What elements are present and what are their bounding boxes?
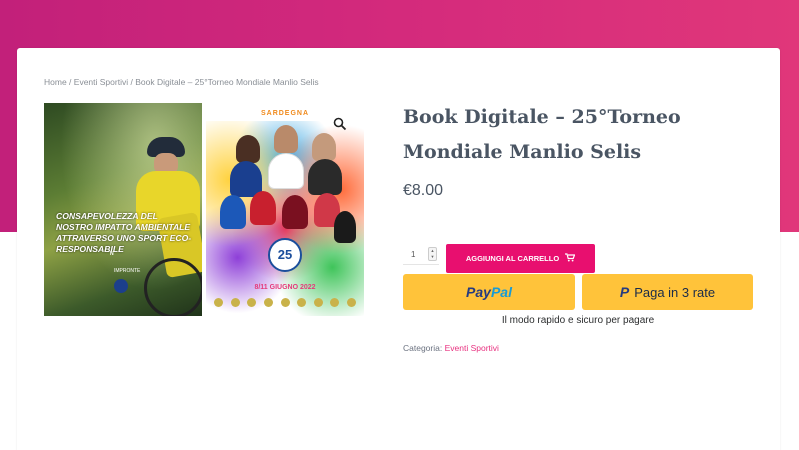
image-caption: Consapevolezza del nostro impatto ambien… xyxy=(56,211,192,254)
player-jersey xyxy=(220,195,246,229)
product-title: Book Digitale – 25°Torneo Mondiale Manli… xyxy=(403,106,681,163)
sponsor-logos xyxy=(214,298,356,310)
breadcrumb-current: Book Digitale – 25°Torneo Mondiale Manli… xyxy=(135,77,319,87)
quantity-stepper[interactable]: 1 ▲ ▼ xyxy=(403,245,439,265)
product-category: Categoria: Eventi Sportivi xyxy=(403,343,499,353)
product-image-tournament: SARDEGNA 25 8/11 GIUGNO 2022 xyxy=(206,103,364,316)
players-group xyxy=(216,125,356,245)
player-jersey xyxy=(308,159,342,195)
breadcrumb-home-link[interactable]: Home xyxy=(44,77,67,87)
player-figure xyxy=(236,135,260,163)
player-jersey xyxy=(268,153,304,189)
sponsor-logo-icon xyxy=(230,298,240,307)
sponsor-logo-icon xyxy=(330,298,340,307)
add-to-cart-label: Aggiungi al carrello xyxy=(465,254,560,263)
sponsor-logo-icon xyxy=(263,298,273,307)
category-link[interactable]: Eventi Sportivi xyxy=(445,343,499,353)
bike-wheel xyxy=(144,258,202,316)
pay-in-3-label: Paga in 3 rate xyxy=(634,284,716,300)
poster-header: SARDEGNA xyxy=(260,110,310,117)
player-jersey xyxy=(282,195,308,229)
brand-logo-icon xyxy=(114,279,128,293)
sponsor-logo-icon xyxy=(247,298,257,307)
breadcrumb: Home / Eventi Sportivi / Book Digitale –… xyxy=(44,77,319,87)
category-label: Categoria: xyxy=(403,343,445,353)
sponsor-logo-icon xyxy=(214,298,223,307)
paypal-logo-part2: Pal xyxy=(490,284,512,300)
sponsor-logo-icon xyxy=(297,298,307,307)
paypal-mark-icon: P xyxy=(619,284,630,300)
player-jersey xyxy=(334,211,356,243)
product-image-cyclist: Consapevolezza del nostro impatto ambien… xyxy=(44,103,202,316)
player-figure xyxy=(274,125,298,153)
player-jersey xyxy=(250,191,276,225)
image-small-text: N xyxy=(110,251,114,257)
sponsor-logo-icon xyxy=(280,298,290,307)
player-figure xyxy=(312,133,336,161)
breadcrumb-separator: / xyxy=(66,77,74,87)
search-icon[interactable] xyxy=(332,117,348,133)
pay-in-3-button[interactable]: P Paga in 3 rate xyxy=(582,274,753,310)
cart-icon xyxy=(565,253,576,264)
breadcrumb-category-link[interactable]: Eventi Sportivi xyxy=(74,77,128,87)
sponsor-logo-icon xyxy=(347,298,356,307)
image-brand-text: IMPRONTE xyxy=(114,268,141,274)
paypal-logo-part1: Pay xyxy=(466,284,491,300)
product-gallery[interactable]: Consapevolezza del nostro impatto ambien… xyxy=(44,103,364,316)
product-card: Home / Eventi Sportivi / Book Digitale –… xyxy=(17,48,780,450)
quantity-spinner-icon[interactable]: ▲ ▼ xyxy=(428,247,437,261)
anniversary-badge: 25 xyxy=(268,238,302,272)
product-price: €8.00 xyxy=(403,182,444,199)
paypal-tagline: Il modo rapido e sicuro per pagare xyxy=(501,315,655,326)
paypal-button[interactable]: Pay Pal xyxy=(403,274,575,310)
poster-dates: 8/11 GIUGNO 2022 xyxy=(254,284,316,291)
sponsor-logo-icon xyxy=(313,298,323,307)
quantity-value: 1 xyxy=(411,250,416,259)
add-to-cart-button[interactable]: Aggiungi al carrello xyxy=(446,244,595,273)
